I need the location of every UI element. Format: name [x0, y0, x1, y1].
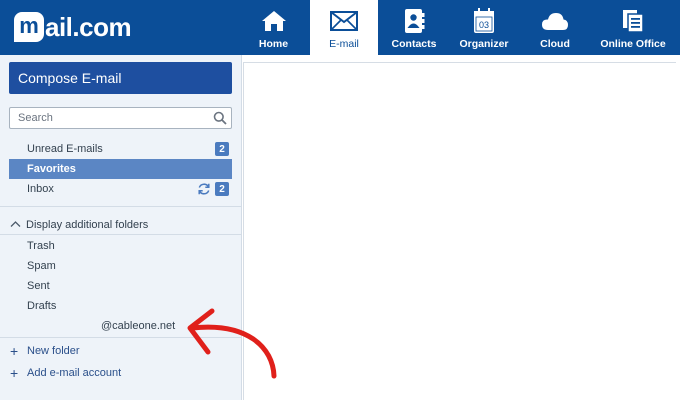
folder-sent[interactable]: Sent: [27, 280, 50, 292]
sidebar-item-favorites[interactable]: Favorites: [9, 159, 232, 179]
calendar-icon: 03: [473, 7, 495, 35]
inbox-count-badge: 2: [215, 182, 229, 196]
sidebar-item-label: Unread E-mails: [27, 143, 103, 155]
top-navigation-bar: m ail.com Home E-mail Contacts 03 Organi…: [0, 0, 680, 55]
new-folder-button[interactable]: + New folder: [10, 344, 80, 358]
mailcom-logo[interactable]: m ail.com: [14, 12, 132, 42]
divider: [0, 206, 241, 207]
nav-home-label: Home: [258, 38, 289, 50]
sidebar-item-label: Inbox: [27, 183, 54, 195]
nav-online-office[interactable]: Online Office: [596, 0, 670, 55]
sidebar-item-label: Favorites: [27, 163, 76, 175]
sidebar-item-inbox[interactable]: Inbox 2: [9, 179, 232, 199]
sidebar-item-unread[interactable]: Unread E-mails 2: [9, 139, 232, 159]
display-additional-folders-toggle[interactable]: Display additional folders: [10, 219, 148, 231]
nav-contacts[interactable]: Contacts: [387, 0, 441, 55]
account-address[interactable]: @cableone.net: [101, 320, 175, 332]
calendar-day: 03: [478, 20, 489, 30]
search-field[interactable]: Search: [9, 107, 232, 129]
nav-cloud[interactable]: Cloud: [526, 0, 584, 55]
nav-online-office-label: Online Office: [600, 38, 666, 50]
new-folder-label: New folder: [27, 345, 80, 357]
nav-contacts-label: Contacts: [391, 38, 437, 50]
nav-home[interactable]: Home: [245, 0, 302, 55]
search-input[interactable]: Search: [18, 112, 53, 124]
logo-mark-letter: m: [19, 13, 39, 38]
annotation-arrow-icon: [187, 308, 277, 379]
nav-organizer-label: Organizer: [459, 38, 509, 50]
add-email-account-button[interactable]: + Add e-mail account: [10, 366, 121, 380]
logo-mark: m: [14, 12, 44, 42]
unread-count-badge: 2: [215, 142, 229, 156]
plus-icon: +: [10, 343, 19, 359]
nav-email[interactable]: E-mail: [310, 0, 378, 55]
logo-text: ail.com: [45, 12, 132, 42]
office-icon: [621, 7, 645, 35]
folder-drafts[interactable]: Drafts: [27, 300, 56, 312]
toggle-label: Display additional folders: [26, 219, 149, 231]
search-icon[interactable]: [213, 111, 227, 130]
chevron-up-icon: [10, 219, 21, 231]
add-email-account-label: Add e-mail account: [27, 367, 122, 379]
home-icon: [261, 7, 287, 35]
envelope-icon: [330, 7, 358, 35]
folder-trash[interactable]: Trash: [27, 240, 55, 252]
cloud-icon: [541, 7, 569, 35]
divider: [0, 234, 241, 235]
contacts-icon: [403, 7, 425, 35]
plus-icon: +: [10, 365, 19, 381]
nav-email-label: E-mail: [329, 38, 359, 50]
compose-email-button[interactable]: Compose E-mail: [9, 62, 232, 94]
message-pane: [243, 62, 676, 400]
nav-organizer[interactable]: 03 Organizer: [455, 0, 513, 55]
nav-cloud-label: Cloud: [540, 38, 570, 50]
folder-spam[interactable]: Spam: [27, 260, 56, 272]
refresh-icon[interactable]: [197, 182, 211, 199]
